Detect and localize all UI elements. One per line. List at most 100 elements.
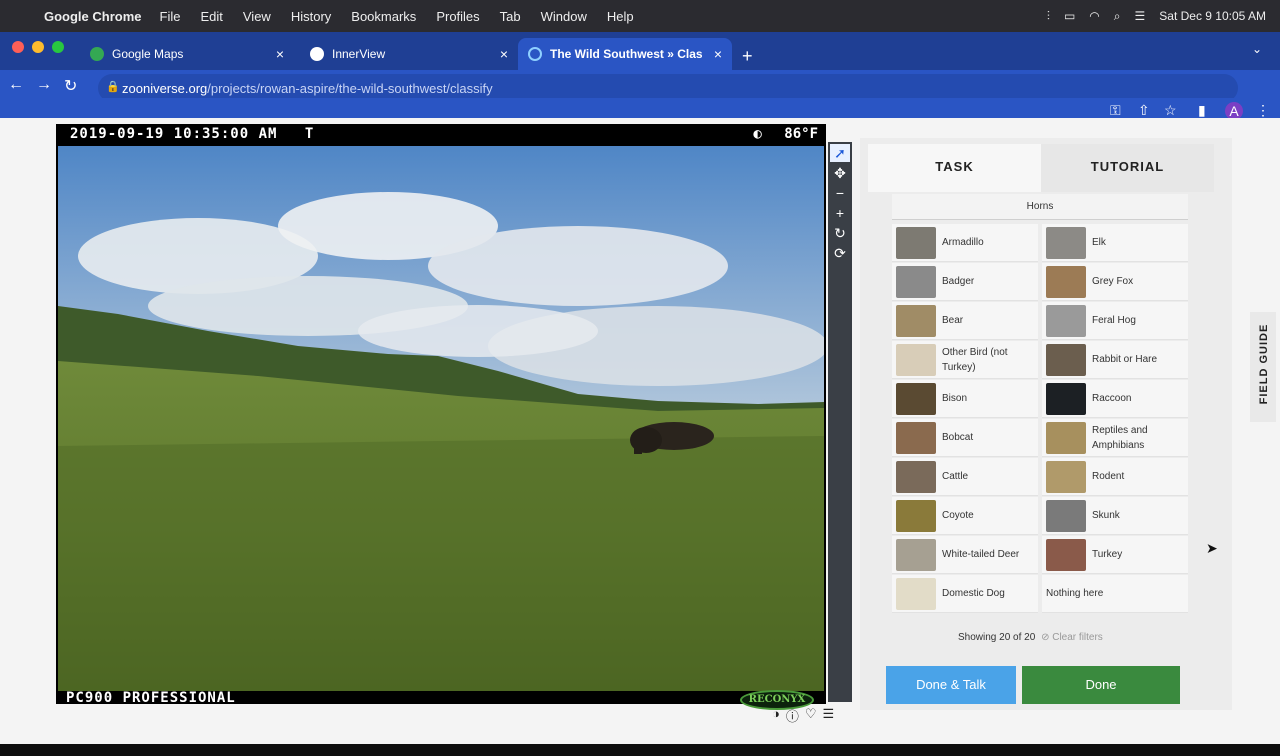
tab-label: InnerView [332,47,386,61]
new-tab-button[interactable]: + [742,46,753,67]
menu-bookmarks[interactable]: Bookmarks [351,9,416,24]
bison-thumbnail [896,382,936,415]
rotate-icon[interactable]: ↻ [830,224,850,242]
close-tab-icon[interactable]: × [276,46,284,62]
tab-task[interactable]: TASK [868,144,1041,192]
zoom-in-icon[interactable]: + [830,204,850,222]
collections-list-icon[interactable]: ☰ [823,706,835,725]
pointer-icon[interactable]: ➚ [830,144,850,162]
zoom-window-button[interactable] [52,41,64,53]
close-tab-icon[interactable]: × [500,46,508,62]
reload-icon[interactable]: ↻ [64,76,77,96]
tools-icon[interactable]: ⫶ [1047,9,1050,24]
close-window-button[interactable] [12,41,24,53]
species-coyote[interactable]: Coyote [892,497,1038,535]
classification-panel: TASK TUTORIAL Horns Armadillo Elk Badger… [860,138,1232,710]
wifi-icon[interactable]: ◠ [1089,9,1099,23]
menu-view[interactable]: View [243,9,271,24]
species-domestic-dog[interactable]: Domestic Dog [892,575,1038,613]
camera-temperature: ◐ 86°F [753,126,818,142]
control-center-icon[interactable]: ☰ [1135,9,1146,23]
forward-icon[interactable]: → [36,76,52,94]
zoom-out-icon[interactable]: − [830,184,850,202]
species-rabbit-or-hare[interactable]: Rabbit or Hare [1042,341,1188,379]
species-turkey[interactable]: Turkey [1042,536,1188,574]
species-label: Turkey [1092,549,1123,560]
key-icon[interactable]: ⚿ [1110,102,1121,119]
species-cattle[interactable]: Cattle [892,458,1038,496]
minimize-window-button[interactable] [32,41,44,53]
tab-tutorial[interactable]: TUTORIAL [1041,144,1214,192]
species-bear[interactable]: Bear [892,302,1038,340]
species-bison[interactable]: Bison [892,380,1038,418]
clock[interactable]: Sat Dec 9 10:05 AM [1159,9,1266,23]
coyote-thumbnail [896,499,936,532]
tab-label: The Wild Southwest » Classify [550,47,702,61]
raccoon-thumbnail [1046,382,1086,415]
menu-help[interactable]: Help [607,9,634,24]
bird-thumbnail [896,343,936,376]
tab-innerview[interactable]: InnerView × [300,38,518,70]
species-feral-hog[interactable]: Feral Hog [1042,302,1188,340]
species-reptiles-amphibians[interactable]: Reptiles and Amphibians [1042,419,1188,457]
menu-edit[interactable]: Edit [200,9,222,24]
species-other-bird[interactable]: Other Bird (not Turkey) [892,341,1038,379]
species-rodent[interactable]: Rodent [1042,458,1188,496]
reset-icon[interactable]: ⟳ [830,244,850,262]
species-raccoon[interactable]: Raccoon [1042,380,1188,418]
species-armadillo[interactable]: Armadillo [892,224,1038,262]
menu-profiles[interactable]: Profiles [436,9,479,24]
menu-history[interactable]: History [291,9,331,24]
species-label: Skunk [1092,510,1120,521]
species-grey-fox[interactable]: Grey Fox [1042,263,1188,301]
tab-google-maps[interactable]: Google Maps × [80,38,294,70]
search-icon[interactable]: ⌕ [1114,9,1121,24]
image-toolbar: ➚ ✥ − + ↻ ⟳ [828,142,852,702]
menu-file[interactable]: File [160,9,181,24]
more-menu-icon[interactable]: ⋮ [1256,102,1270,119]
bookmark-star-icon[interactable]: ☆ [1164,102,1177,119]
nothing-here-option[interactable]: Nothing here [1042,575,1188,613]
species-label: Bobcat [942,432,974,443]
species-bobcat[interactable]: Bobcat [892,419,1038,457]
camera-model: PC900 PROFESSIONAL [66,690,236,706]
lock-icon[interactable]: 🔒 [106,80,120,93]
clear-filters-link[interactable]: ⊘ Clear filters [1041,632,1103,643]
share-icon[interactable]: ⇧ [1138,102,1150,119]
cattle-thumbnail [896,460,936,493]
species-white-tailed-deer[interactable]: White-tailed Deer [892,536,1038,574]
armadillo-thumbnail [896,226,936,259]
species-label: Grey Fox [1092,276,1134,287]
clear-circle-icon: ⊘ [1041,632,1050,643]
field-guide-tab[interactable]: FIELD GUIDE [1250,312,1276,422]
species-elk[interactable]: Elk [1042,224,1188,262]
species-label: Cattle [942,471,969,482]
species-skunk[interactable]: Skunk [1042,497,1188,535]
side-panel-icon[interactable]: ▮ [1198,102,1206,119]
field-guide-label: FIELD GUIDE [1258,323,1270,405]
skunk-thumbnail [1046,499,1086,532]
tab-wild-southwest[interactable]: The Wild Southwest » Classify × [518,38,732,70]
mouse-cursor-icon: ➤ [1206,540,1218,556]
info-icon[interactable]: ⓘ [786,706,799,725]
done-and-talk-button[interactable]: Done & Talk [886,666,1016,704]
battery-icon[interactable]: ▭ [1064,9,1075,23]
done-button[interactable]: Done [1022,666,1180,704]
chevron-down-icon[interactable]: ⌄ [1252,42,1262,56]
invert-icon[interactable]: ◑ [772,706,780,725]
close-tab-icon[interactable]: × [714,46,722,62]
menu-tab[interactable]: Tab [500,9,521,24]
back-icon[interactable]: ← [8,76,24,94]
camera-image-frame: 2019-09-19 10:35:00 AM T ◐ 86°F PC900 PR… [56,124,826,710]
species-badger[interactable]: Badger [892,263,1038,301]
status-area: ⫶ ▭ ◠ ⌕ ☰ Sat Dec 9 10:05 AM [1047,0,1266,32]
favorite-heart-icon[interactable]: ♡ [805,706,817,725]
turkey-thumbnail [1046,538,1086,571]
bear-thumbnail [896,304,936,337]
menu-window[interactable]: Window [541,9,587,24]
filter-horns[interactable]: Horns [892,194,1188,220]
subject-photo[interactable] [58,146,824,691]
temperature-text: 86°F [784,126,818,142]
app-name[interactable]: Google Chrome [44,9,142,24]
move-icon[interactable]: ✥ [830,164,850,182]
